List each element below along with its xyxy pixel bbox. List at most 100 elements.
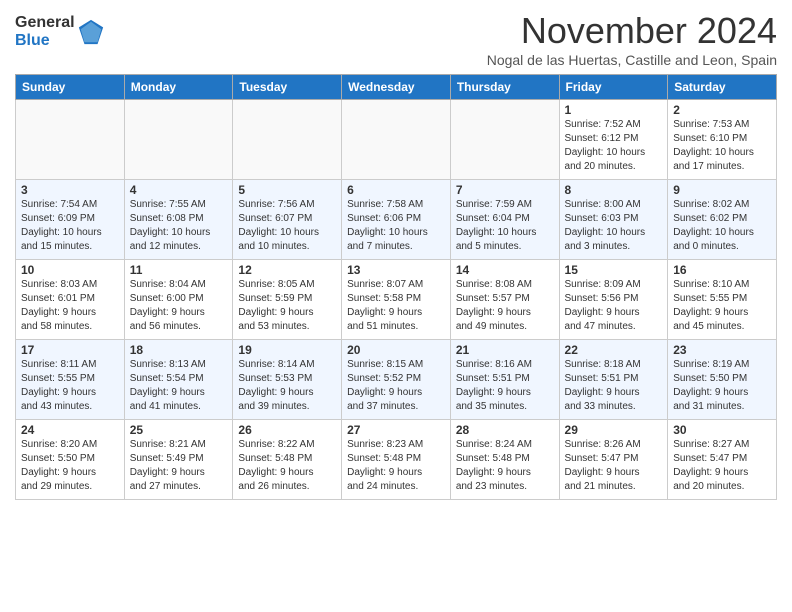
calendar-cell (342, 100, 451, 180)
day-info: Sunrise: 7:58 AM Sunset: 6:06 PM Dayligh… (347, 198, 445, 254)
day-info: Sunrise: 8:10 AM Sunset: 5:55 PM Dayligh… (673, 278, 771, 334)
weekday-header-friday: Friday (559, 75, 668, 100)
calendar-week-row: 1Sunrise: 7:52 AM Sunset: 6:12 PM Daylig… (16, 100, 777, 180)
day-info: Sunrise: 8:02 AM Sunset: 6:02 PM Dayligh… (673, 198, 771, 254)
calendar-cell: 10Sunrise: 8:03 AM Sunset: 6:01 PM Dayli… (16, 260, 125, 340)
day-info: Sunrise: 8:08 AM Sunset: 5:57 PM Dayligh… (456, 278, 554, 334)
calendar-cell: 29Sunrise: 8:26 AM Sunset: 5:47 PM Dayli… (559, 420, 668, 500)
location-subtitle: Nogal de las Huertas, Castille and Leon,… (487, 52, 777, 68)
calendar-cell (233, 100, 342, 180)
weekday-header-sunday: Sunday (16, 75, 125, 100)
header: General Blue November 2024 Nogal de las … (15, 10, 777, 68)
calendar-cell: 16Sunrise: 8:10 AM Sunset: 5:55 PM Dayli… (668, 260, 777, 340)
day-number: 25 (130, 423, 228, 437)
day-info: Sunrise: 8:09 AM Sunset: 5:56 PM Dayligh… (565, 278, 663, 334)
calendar-cell: 12Sunrise: 8:05 AM Sunset: 5:59 PM Dayli… (233, 260, 342, 340)
day-number: 29 (565, 423, 663, 437)
calendar-week-row: 3Sunrise: 7:54 AM Sunset: 6:09 PM Daylig… (16, 180, 777, 260)
calendar-cell: 2Sunrise: 7:53 AM Sunset: 6:10 PM Daylig… (668, 100, 777, 180)
calendar-cell: 18Sunrise: 8:13 AM Sunset: 5:54 PM Dayli… (124, 340, 233, 420)
day-info: Sunrise: 8:14 AM Sunset: 5:53 PM Dayligh… (238, 358, 336, 414)
day-number: 15 (565, 263, 663, 277)
day-info: Sunrise: 7:54 AM Sunset: 6:09 PM Dayligh… (21, 198, 119, 254)
title-block: November 2024 Nogal de las Huertas, Cast… (487, 10, 777, 68)
calendar-cell: 24Sunrise: 8:20 AM Sunset: 5:50 PM Dayli… (16, 420, 125, 500)
day-info: Sunrise: 8:13 AM Sunset: 5:54 PM Dayligh… (130, 358, 228, 414)
calendar-cell: 28Sunrise: 8:24 AM Sunset: 5:48 PM Dayli… (450, 420, 559, 500)
day-info: Sunrise: 8:18 AM Sunset: 5:51 PM Dayligh… (565, 358, 663, 414)
logo-icon (77, 18, 105, 46)
calendar-cell: 11Sunrise: 8:04 AM Sunset: 6:00 PM Dayli… (124, 260, 233, 340)
calendar-cell: 15Sunrise: 8:09 AM Sunset: 5:56 PM Dayli… (559, 260, 668, 340)
day-info: Sunrise: 8:23 AM Sunset: 5:48 PM Dayligh… (347, 438, 445, 494)
day-number: 28 (456, 423, 554, 437)
calendar-cell: 14Sunrise: 8:08 AM Sunset: 5:57 PM Dayli… (450, 260, 559, 340)
day-number: 13 (347, 263, 445, 277)
day-number: 9 (673, 183, 771, 197)
day-info: Sunrise: 8:19 AM Sunset: 5:50 PM Dayligh… (673, 358, 771, 414)
day-number: 3 (21, 183, 119, 197)
day-number: 7 (456, 183, 554, 197)
calendar-cell: 21Sunrise: 8:16 AM Sunset: 5:51 PM Dayli… (450, 340, 559, 420)
day-number: 5 (238, 183, 336, 197)
calendar-cell: 23Sunrise: 8:19 AM Sunset: 5:50 PM Dayli… (668, 340, 777, 420)
day-number: 18 (130, 343, 228, 357)
calendar-cell: 8Sunrise: 8:00 AM Sunset: 6:03 PM Daylig… (559, 180, 668, 260)
day-number: 4 (130, 183, 228, 197)
day-number: 22 (565, 343, 663, 357)
day-info: Sunrise: 8:24 AM Sunset: 5:48 PM Dayligh… (456, 438, 554, 494)
day-info: Sunrise: 8:11 AM Sunset: 5:55 PM Dayligh… (21, 358, 119, 414)
day-number: 21 (456, 343, 554, 357)
day-info: Sunrise: 8:07 AM Sunset: 5:58 PM Dayligh… (347, 278, 445, 334)
day-number: 8 (565, 183, 663, 197)
calendar-table: SundayMondayTuesdayWednesdayThursdayFrid… (15, 74, 777, 500)
day-number: 23 (673, 343, 771, 357)
day-info: Sunrise: 8:26 AM Sunset: 5:47 PM Dayligh… (565, 438, 663, 494)
calendar-cell (450, 100, 559, 180)
calendar-cell (16, 100, 125, 180)
day-info: Sunrise: 7:52 AM Sunset: 6:12 PM Dayligh… (565, 118, 663, 174)
day-info: Sunrise: 8:21 AM Sunset: 5:49 PM Dayligh… (130, 438, 228, 494)
calendar-cell: 17Sunrise: 8:11 AM Sunset: 5:55 PM Dayli… (16, 340, 125, 420)
day-number: 14 (456, 263, 554, 277)
logo-text: General Blue (15, 14, 105, 49)
calendar-cell: 4Sunrise: 7:55 AM Sunset: 6:08 PM Daylig… (124, 180, 233, 260)
calendar-cell: 27Sunrise: 8:23 AM Sunset: 5:48 PM Dayli… (342, 420, 451, 500)
weekday-header-row: SundayMondayTuesdayWednesdayThursdayFrid… (16, 75, 777, 100)
weekday-header-wednesday: Wednesday (342, 75, 451, 100)
calendar-cell: 25Sunrise: 8:21 AM Sunset: 5:49 PM Dayli… (124, 420, 233, 500)
calendar-week-row: 17Sunrise: 8:11 AM Sunset: 5:55 PM Dayli… (16, 340, 777, 420)
day-number: 24 (21, 423, 119, 437)
day-number: 19 (238, 343, 336, 357)
day-info: Sunrise: 8:20 AM Sunset: 5:50 PM Dayligh… (21, 438, 119, 494)
day-info: Sunrise: 8:05 AM Sunset: 5:59 PM Dayligh… (238, 278, 336, 334)
calendar-cell: 5Sunrise: 7:56 AM Sunset: 6:07 PM Daylig… (233, 180, 342, 260)
weekday-header-monday: Monday (124, 75, 233, 100)
day-number: 11 (130, 263, 228, 277)
month-title: November 2024 (487, 10, 777, 52)
weekday-header-thursday: Thursday (450, 75, 559, 100)
day-info: Sunrise: 8:03 AM Sunset: 6:01 PM Dayligh… (21, 278, 119, 334)
day-number: 10 (21, 263, 119, 277)
calendar-week-row: 24Sunrise: 8:20 AM Sunset: 5:50 PM Dayli… (16, 420, 777, 500)
logo-line2: Blue (15, 32, 75, 50)
weekday-header-saturday: Saturday (668, 75, 777, 100)
calendar-cell: 13Sunrise: 8:07 AM Sunset: 5:58 PM Dayli… (342, 260, 451, 340)
day-number: 17 (21, 343, 119, 357)
day-info: Sunrise: 7:53 AM Sunset: 6:10 PM Dayligh… (673, 118, 771, 174)
calendar-cell: 3Sunrise: 7:54 AM Sunset: 6:09 PM Daylig… (16, 180, 125, 260)
day-info: Sunrise: 8:15 AM Sunset: 5:52 PM Dayligh… (347, 358, 445, 414)
day-info: Sunrise: 7:59 AM Sunset: 6:04 PM Dayligh… (456, 198, 554, 254)
day-number: 30 (673, 423, 771, 437)
weekday-header-tuesday: Tuesday (233, 75, 342, 100)
day-number: 20 (347, 343, 445, 357)
page-container: General Blue November 2024 Nogal de las … (0, 0, 792, 510)
day-info: Sunrise: 8:22 AM Sunset: 5:48 PM Dayligh… (238, 438, 336, 494)
day-number: 2 (673, 103, 771, 117)
calendar-cell: 1Sunrise: 7:52 AM Sunset: 6:12 PM Daylig… (559, 100, 668, 180)
day-number: 12 (238, 263, 336, 277)
day-number: 6 (347, 183, 445, 197)
day-info: Sunrise: 8:00 AM Sunset: 6:03 PM Dayligh… (565, 198, 663, 254)
calendar-cell: 9Sunrise: 8:02 AM Sunset: 6:02 PM Daylig… (668, 180, 777, 260)
logo: General Blue (15, 14, 105, 49)
